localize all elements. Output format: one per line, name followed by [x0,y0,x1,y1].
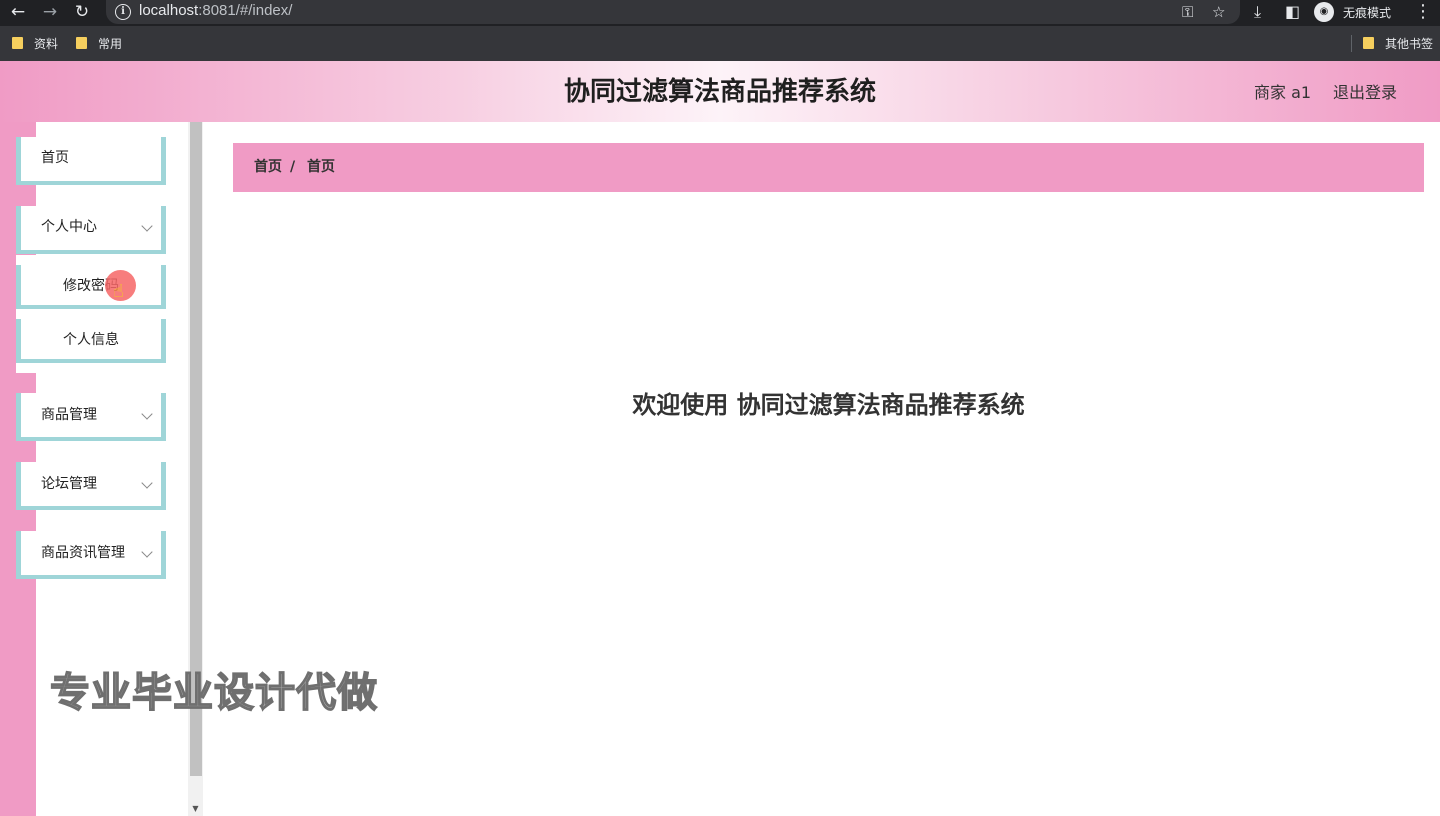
folder-icon [12,37,23,49]
sidebar-item-label: 商品管理 [41,407,97,423]
forward-arrow-icon[interactable]: → [38,0,62,24]
breadcrumb-separator: / [290,159,296,175]
incognito-indicator[interactable]: ◉ 无痕模式 [1314,1,1391,23]
sidebar-subitem-change-password[interactable]: 修改密码 [16,265,166,309]
sidebar-item-label: 论坛管理 [41,476,97,492]
sidebar-item-label: 个人信息 [63,332,119,348]
breadcrumb-item[interactable]: 首页 [254,157,282,177]
sidebar-item-forum-management[interactable]: 论坛管理 [16,462,166,510]
other-bookmarks[interactable]: 其他书签 [1363,34,1433,52]
info-icon[interactable]: i [115,4,131,20]
chevron-down-icon [141,408,153,420]
hand-cursor-icon: ☝ [113,281,124,302]
app-header: 协同过滤算法商品推荐系统 商家 a1 退出登录 [0,61,1440,122]
reload-icon[interactable]: ↻ [70,0,94,24]
watermark: 专业毕业设计代做 [49,669,378,717]
more-menu-icon[interactable]: ⋮ [1414,0,1432,24]
address-bar[interactable]: i localhost:8081/#/index/ ⚿ ☆ [106,0,1240,24]
welcome-message: 欢迎使用 协同过滤算法商品推荐系统 [632,391,1025,419]
folder-icon [76,37,87,49]
sidebar-item-label: 商品资讯管理 [41,545,125,561]
download-icon[interactable]: ⤓ [1254,0,1261,24]
sidebar-item-home[interactable]: 首页 [16,137,166,185]
url-text[interactable]: localhost:8081/#/index/ [139,2,292,20]
star-icon[interactable]: ☆ [1212,1,1225,23]
chevron-down-icon [141,546,153,558]
side-panel-icon[interactable]: ◧ [1285,0,1300,24]
sidebar-item-news-management[interactable]: 商品资讯管理 [16,531,166,579]
bookmark-folder[interactable]: 常用 [76,34,122,52]
folder-icon [1363,37,1374,49]
scroll-down-arrow-icon[interactable]: ▼ [189,802,202,816]
breadcrumb: 首页 / 首页 [233,143,1424,192]
sidebar-item-label: 修改密码 [63,278,119,294]
user-name: 商家 a1 [1254,83,1312,102]
breadcrumb-item: 首页 [307,159,335,175]
sidebar-item-personal-center[interactable]: 个人中心 [16,206,166,254]
key-icon[interactable]: ⚿ [1182,1,1193,23]
bookmarks-bar: 资料 常用 其他书签 [0,26,1440,61]
sidebar-item-label: 首页 [41,150,69,166]
sidebar-item-label: 个人中心 [41,219,97,235]
browser-toolbar: ← → ↻ i localhost:8081/#/index/ ⚿ ☆ ⤓ ◧ … [0,0,1440,26]
bookmark-folder[interactable]: 资料 [12,34,58,52]
chevron-down-icon [141,220,153,232]
sidebar-item-product-management[interactable]: 商品管理 [16,393,166,441]
chevron-down-icon [141,477,153,489]
incognito-icon: ◉ [1314,2,1334,22]
sidebar-subitem-personal-info[interactable]: 个人信息 [16,319,166,363]
page-title: 协同过滤算法商品推荐系统 [563,77,876,107]
back-arrow-icon[interactable]: ← [6,0,30,24]
divider [1351,35,1352,52]
logout-link[interactable]: 退出登录 [1333,82,1397,104]
